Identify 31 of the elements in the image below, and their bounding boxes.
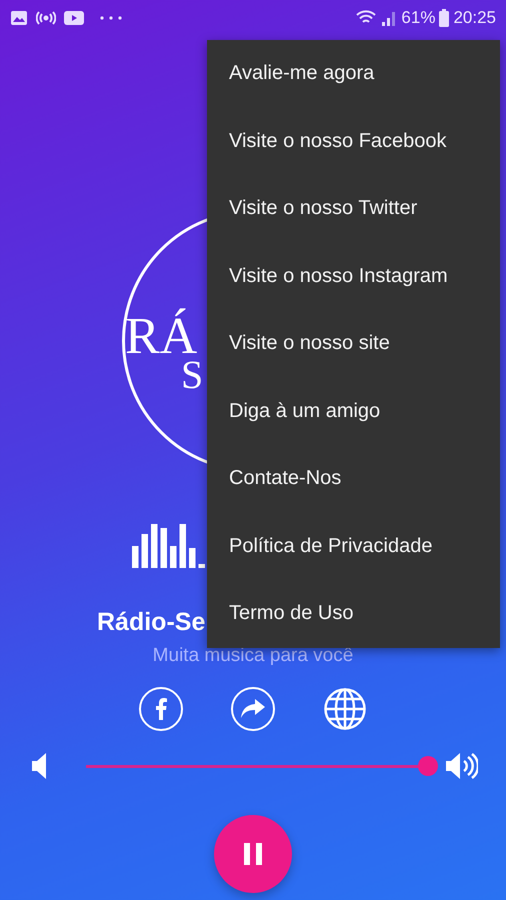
clock-time: 20:25 <box>453 8 496 28</box>
battery-percent: 61% <box>401 8 436 28</box>
globe-button[interactable] <box>323 687 367 731</box>
menu-item[interactable]: Visite o nosso site <box>207 310 500 378</box>
menu-item[interactable]: Visite o nosso Facebook <box>207 108 500 175</box>
signal-icon <box>381 10 398 26</box>
menu-item[interactable]: Visite o nosso Instagram <box>207 242 500 310</box>
video-icon <box>64 11 84 25</box>
menu-item[interactable]: Visite o nosso Twitter <box>207 175 500 242</box>
share-icon <box>241 699 265 719</box>
broadcast-icon <box>36 11 56 25</box>
menu-item[interactable]: Política de Privacidade <box>207 512 500 580</box>
station-name: Rádio-Se <box>97 608 206 637</box>
facebook-icon <box>154 698 168 720</box>
volume-high-icon <box>446 753 478 779</box>
battery-icon <box>439 9 450 27</box>
pause-button[interactable] <box>214 815 292 893</box>
menu-item[interactable]: Contate-Nos <box>207 445 500 512</box>
equalizer-icon <box>132 522 208 568</box>
volume-low-icon <box>32 753 48 779</box>
station-slogan: Muita musica para você <box>152 645 354 667</box>
volume-slider[interactable] <box>86 756 438 776</box>
pause-icon <box>243 843 263 865</box>
slider-thumb[interactable] <box>418 756 438 776</box>
share-button[interactable] <box>231 687 275 731</box>
more-icon <box>100 16 122 20</box>
facebook-button[interactable] <box>139 687 183 731</box>
menu-item[interactable]: Diga à um amigo <box>207 378 500 445</box>
menu-item[interactable]: Termo de Uso <box>207 580 500 648</box>
image-icon <box>10 10 28 26</box>
menu-item[interactable]: Avalie-me agora <box>207 40 500 108</box>
